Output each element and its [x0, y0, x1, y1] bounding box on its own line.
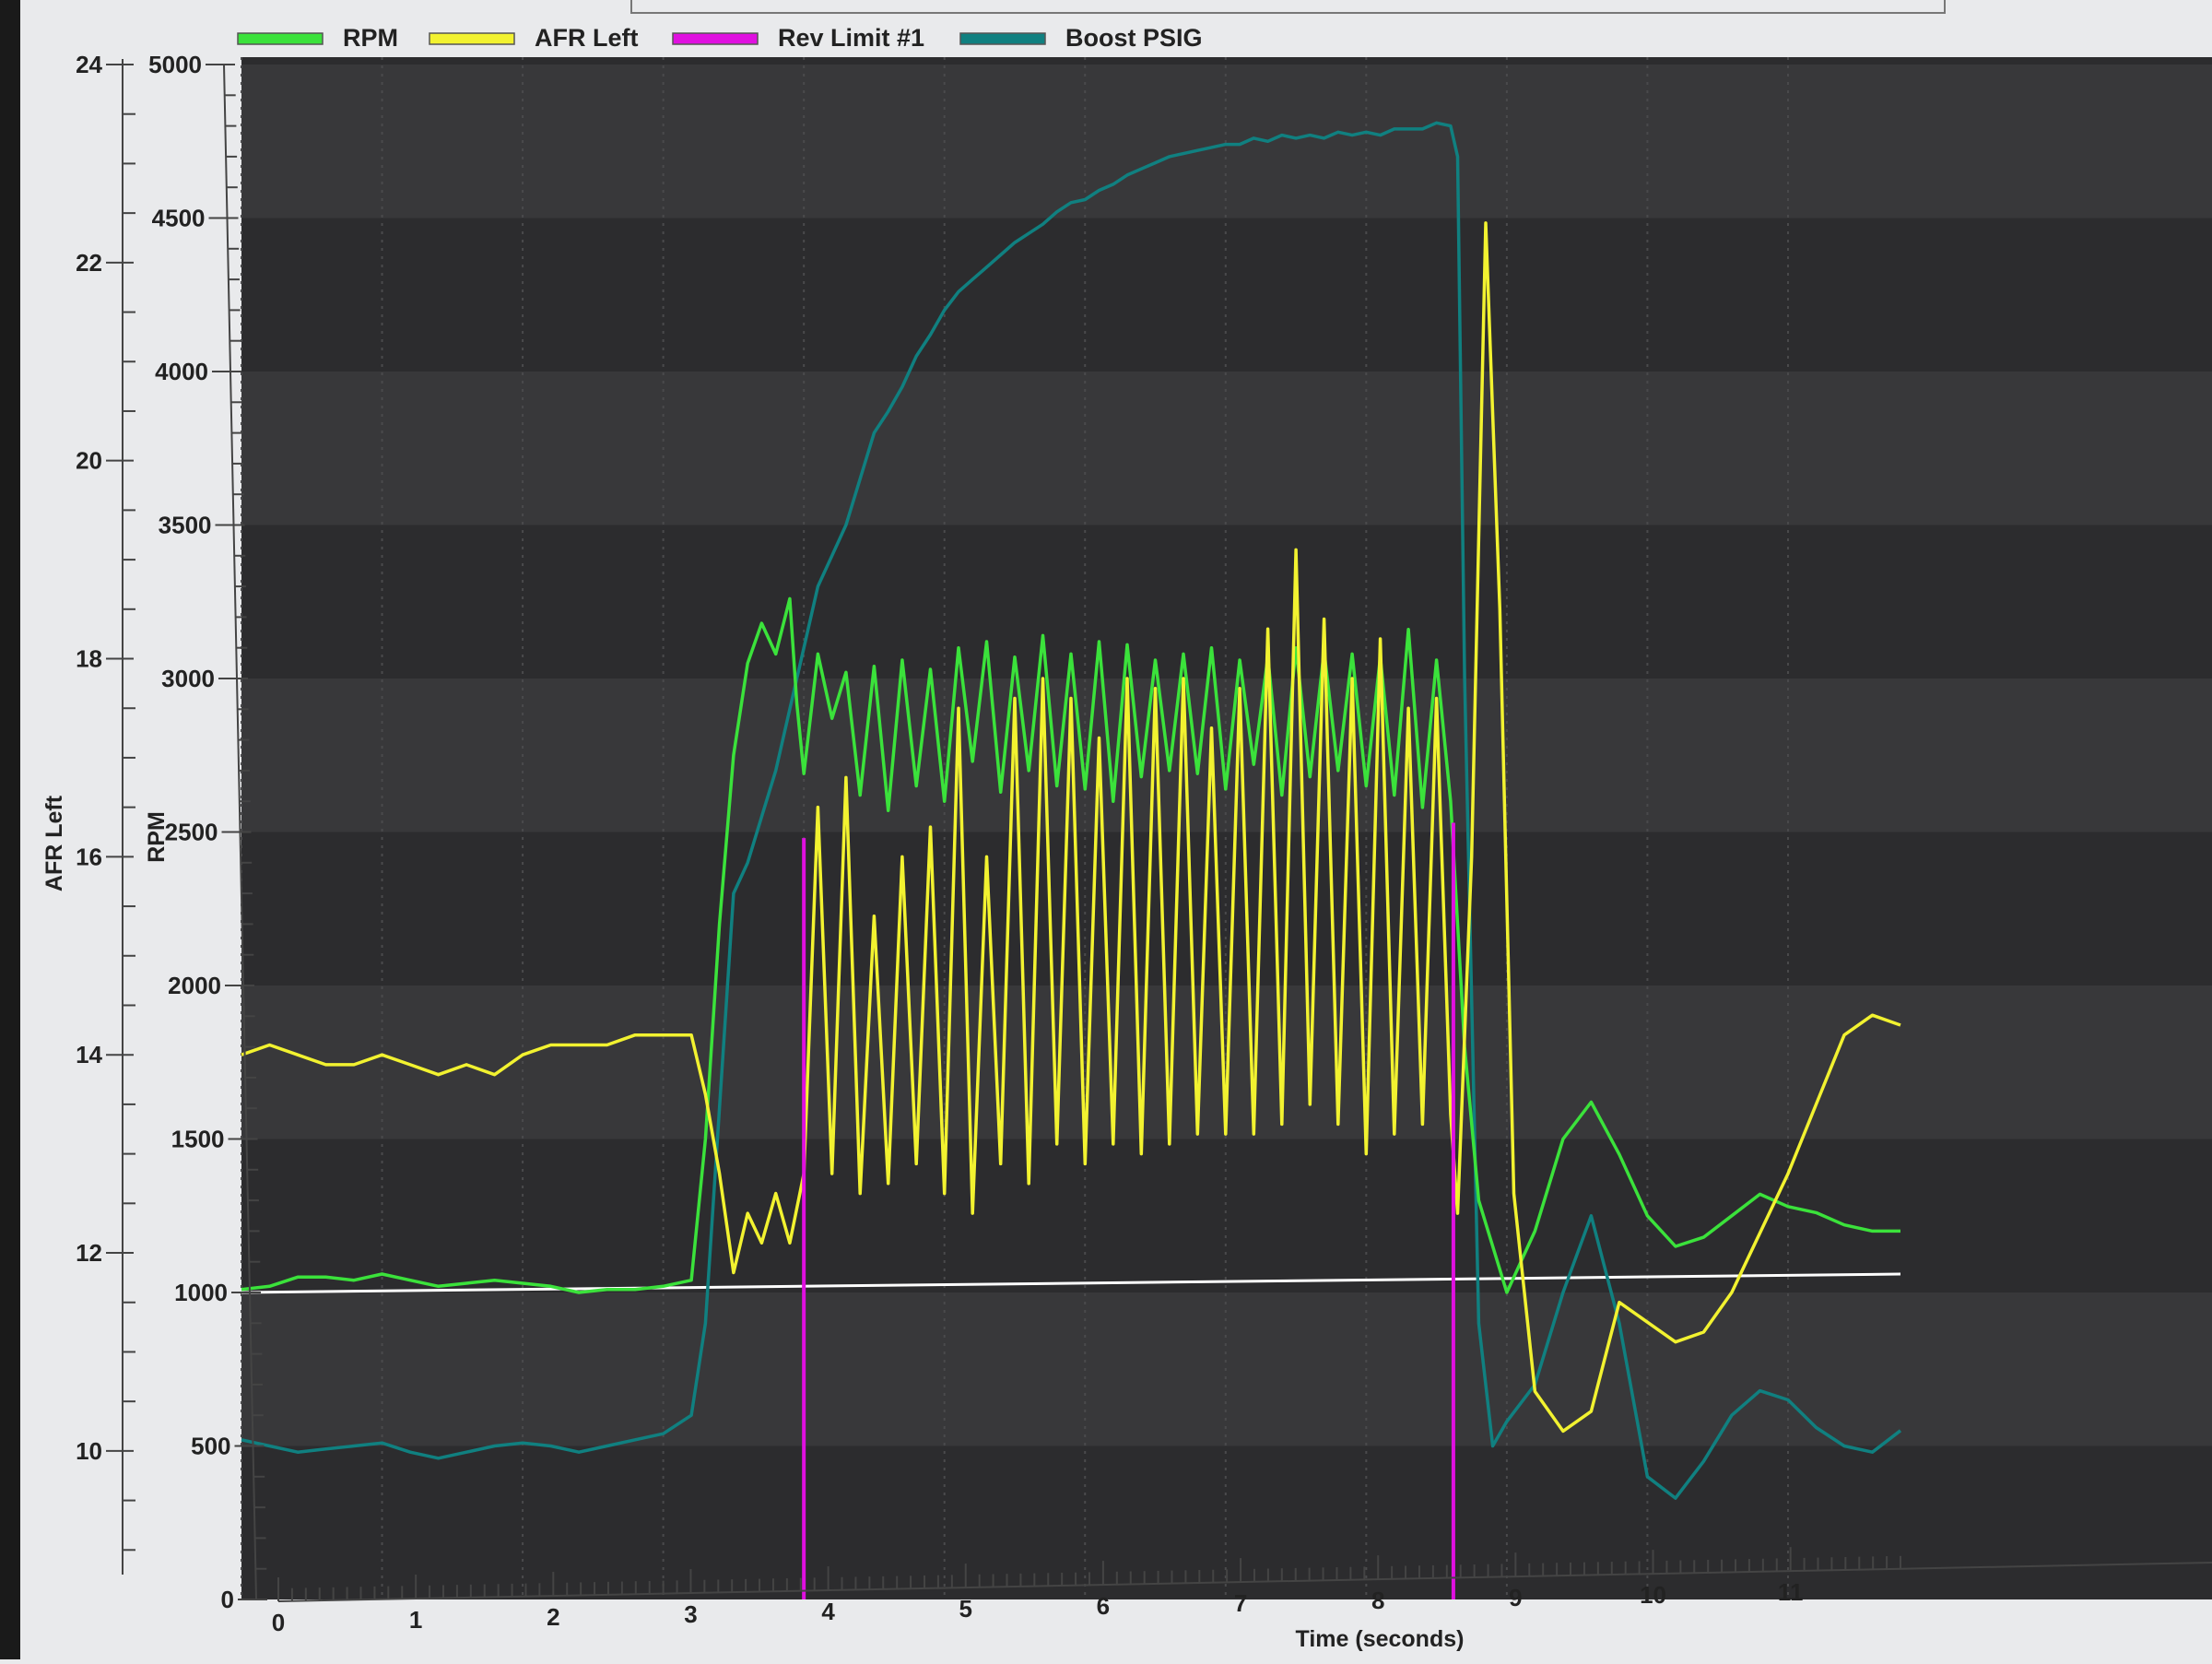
chart-screen: RPM AFR Left Rev Limit #1 Boost PSIG 10 12 14…: [0, 0, 2212, 1659]
rpm-tick-label: 1500: [171, 1126, 225, 1153]
grid-band: [241, 679, 2212, 832]
x-tick-label: 10: [1640, 1581, 1666, 1609]
x-axis-title: Time (seconds): [1296, 1626, 1465, 1652]
rpm-tick-label: 1000: [174, 1279, 228, 1306]
grid-band: [241, 1292, 2212, 1446]
rpm-tick-label: 3500: [159, 512, 212, 539]
afr-tick-label: 22: [76, 249, 102, 277]
rpm-tick-label: 2000: [168, 972, 221, 999]
grid-band: [241, 372, 2212, 525]
afr-axis-title: AFR Left: [41, 795, 67, 891]
rpm-tick-label: 4500: [152, 205, 206, 232]
rpm-tick-label: 4000: [155, 358, 208, 385]
x-tick-label: 5: [959, 1595, 972, 1623]
rpm-tick-label: 5000: [148, 51, 202, 78]
afr-tick-label: 20: [76, 447, 102, 475]
afr-tick-label: 10: [76, 1437, 102, 1465]
x-tick-label: 3: [684, 1600, 697, 1628]
legend-label: AFR Left: [535, 24, 638, 52]
rpm-tick-label: 3000: [161, 665, 215, 692]
rpm-axis-title: RPM: [144, 811, 170, 863]
afr-tick-label: 16: [76, 843, 102, 870]
chart-svg: RPM AFR Left Rev Limit #1 Boost PSIG 101214…: [0, 0, 2212, 1659]
legend-label: Rev Limit #1: [778, 24, 924, 52]
x-tick-label: 8: [1371, 1587, 1384, 1614]
plot-area: [241, 57, 2212, 1599]
afr-tick-label: 24: [76, 51, 102, 78]
legend-swatch: [429, 32, 515, 45]
legend-swatch: [959, 32, 1046, 45]
rpm-tick-label: 0: [221, 1586, 234, 1613]
afr-tick-label: 12: [76, 1239, 102, 1267]
legend-label: Boost PSIG: [1065, 24, 1203, 52]
rpm-tick-label: 2500: [165, 819, 218, 846]
x-tick-label: 4: [821, 1598, 835, 1625]
afr-tick-label: 18: [76, 645, 102, 673]
grid-band: [241, 65, 2212, 218]
legend-swatch: [672, 32, 759, 45]
legend-label: RPM: [343, 24, 398, 52]
afr-tick-label: 14: [76, 1041, 102, 1068]
x-tick-label: 11: [1778, 1578, 1804, 1606]
rpm-tick-label: 500: [191, 1433, 230, 1460]
x-tick-label: 1: [409, 1606, 422, 1634]
x-tick-label: 6: [1097, 1592, 1110, 1620]
x-tick-label: 2: [547, 1603, 559, 1631]
x-tick-label: 0: [272, 1609, 285, 1636]
left-edge-panel: [0, 0, 20, 1659]
x-tick-label: 7: [1234, 1589, 1247, 1617]
x-tick-label: 9: [1509, 1584, 1522, 1611]
legend-swatch: [237, 32, 324, 45]
